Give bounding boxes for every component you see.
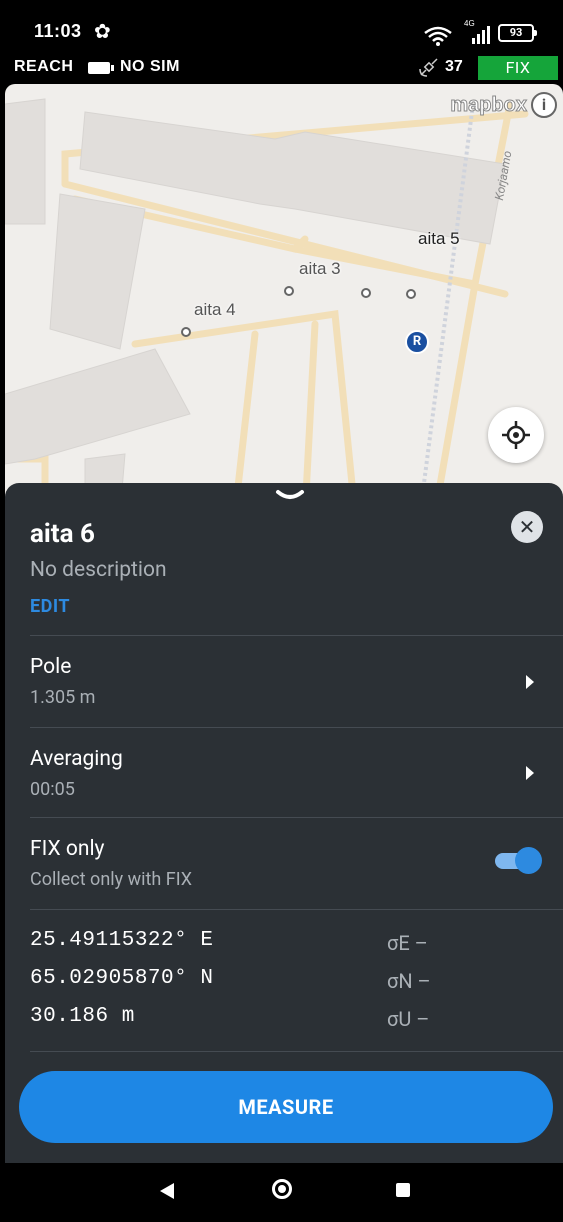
longitude-value: 25.49115322° E [30,929,214,952]
point-title: aita 6 [30,519,95,549]
point-label: aita 3 [299,259,341,278]
receiver-battery-icon [88,62,114,74]
battery-indicator: 93 [498,24,537,42]
sigma-up: σU – [387,1007,430,1031]
divider [30,909,563,910]
wifi-icon [424,26,452,46]
divider [30,635,563,636]
home-icon[interactable] [272,1179,292,1199]
map-view[interactable]: mapbox i Korjaamo aita 5 R aita 3 aita 4 [5,84,563,514]
edit-button[interactable]: EDIT [30,596,70,617]
divider [30,817,563,818]
fix-only-hint: Collect only with FIX [30,869,193,890]
map-point-marker[interactable] [361,288,371,298]
fix-only-label: FIX only [30,837,105,861]
sigma-east: σE – [387,931,428,955]
latitude-value: 65.02905870° N [30,967,214,990]
point-label: aita 4 [194,300,236,319]
divider [30,1051,563,1052]
device-name: REACH [14,58,74,75]
map-point-marker[interactable] [284,286,294,296]
point-description: No description [30,558,167,582]
satellite-icon [419,58,438,77]
clock: 11:03 [34,21,82,41]
point-details-sheet: aita 6 ✕ No description EDIT Pole 1.305 … [5,483,563,1163]
averaging-value: 00:05 [30,779,75,800]
back-icon[interactable] [160,1183,174,1199]
info-icon[interactable]: i [531,92,557,118]
map-canvas [5,98,529,514]
map-point-marker[interactable] [181,327,191,337]
signal-icon [472,26,490,44]
system-nav-bar [0,1163,563,1222]
chevron-right-icon [526,675,534,689]
solution-status-badge: FIX [478,56,558,80]
pole-value: 1.305 m [30,687,96,708]
averaging-label: Averaging [30,747,123,771]
base-marker[interactable]: R [405,330,429,354]
point-label: aita 5 [418,229,460,248]
map-point-marker[interactable] [406,289,416,299]
pole-label: Pole [30,655,72,679]
fix-only-toggle[interactable] [495,847,542,874]
gear-icon: ✿ [94,19,111,43]
close-icon: ✕ [518,515,536,539]
satellite-count: 37 [445,58,463,75]
recents-icon[interactable] [396,1183,410,1197]
measure-button[interactable]: MEASURE [19,1071,553,1143]
locate-button[interactable] [488,407,544,463]
crosshair-icon [502,421,530,449]
sigma-north: σN – [387,969,431,993]
divider [30,727,563,728]
altitude-value: 30.186 m [30,1005,135,1028]
collapse-handle-icon[interactable] [275,487,305,505]
status-bar: 11:03 ✿ 4G 93 [0,0,563,50]
close-button[interactable]: ✕ [511,511,543,543]
chevron-right-icon [526,766,534,780]
sim-status: NO SIM [120,58,180,75]
mapbox-logo: mapbox [450,94,528,117]
